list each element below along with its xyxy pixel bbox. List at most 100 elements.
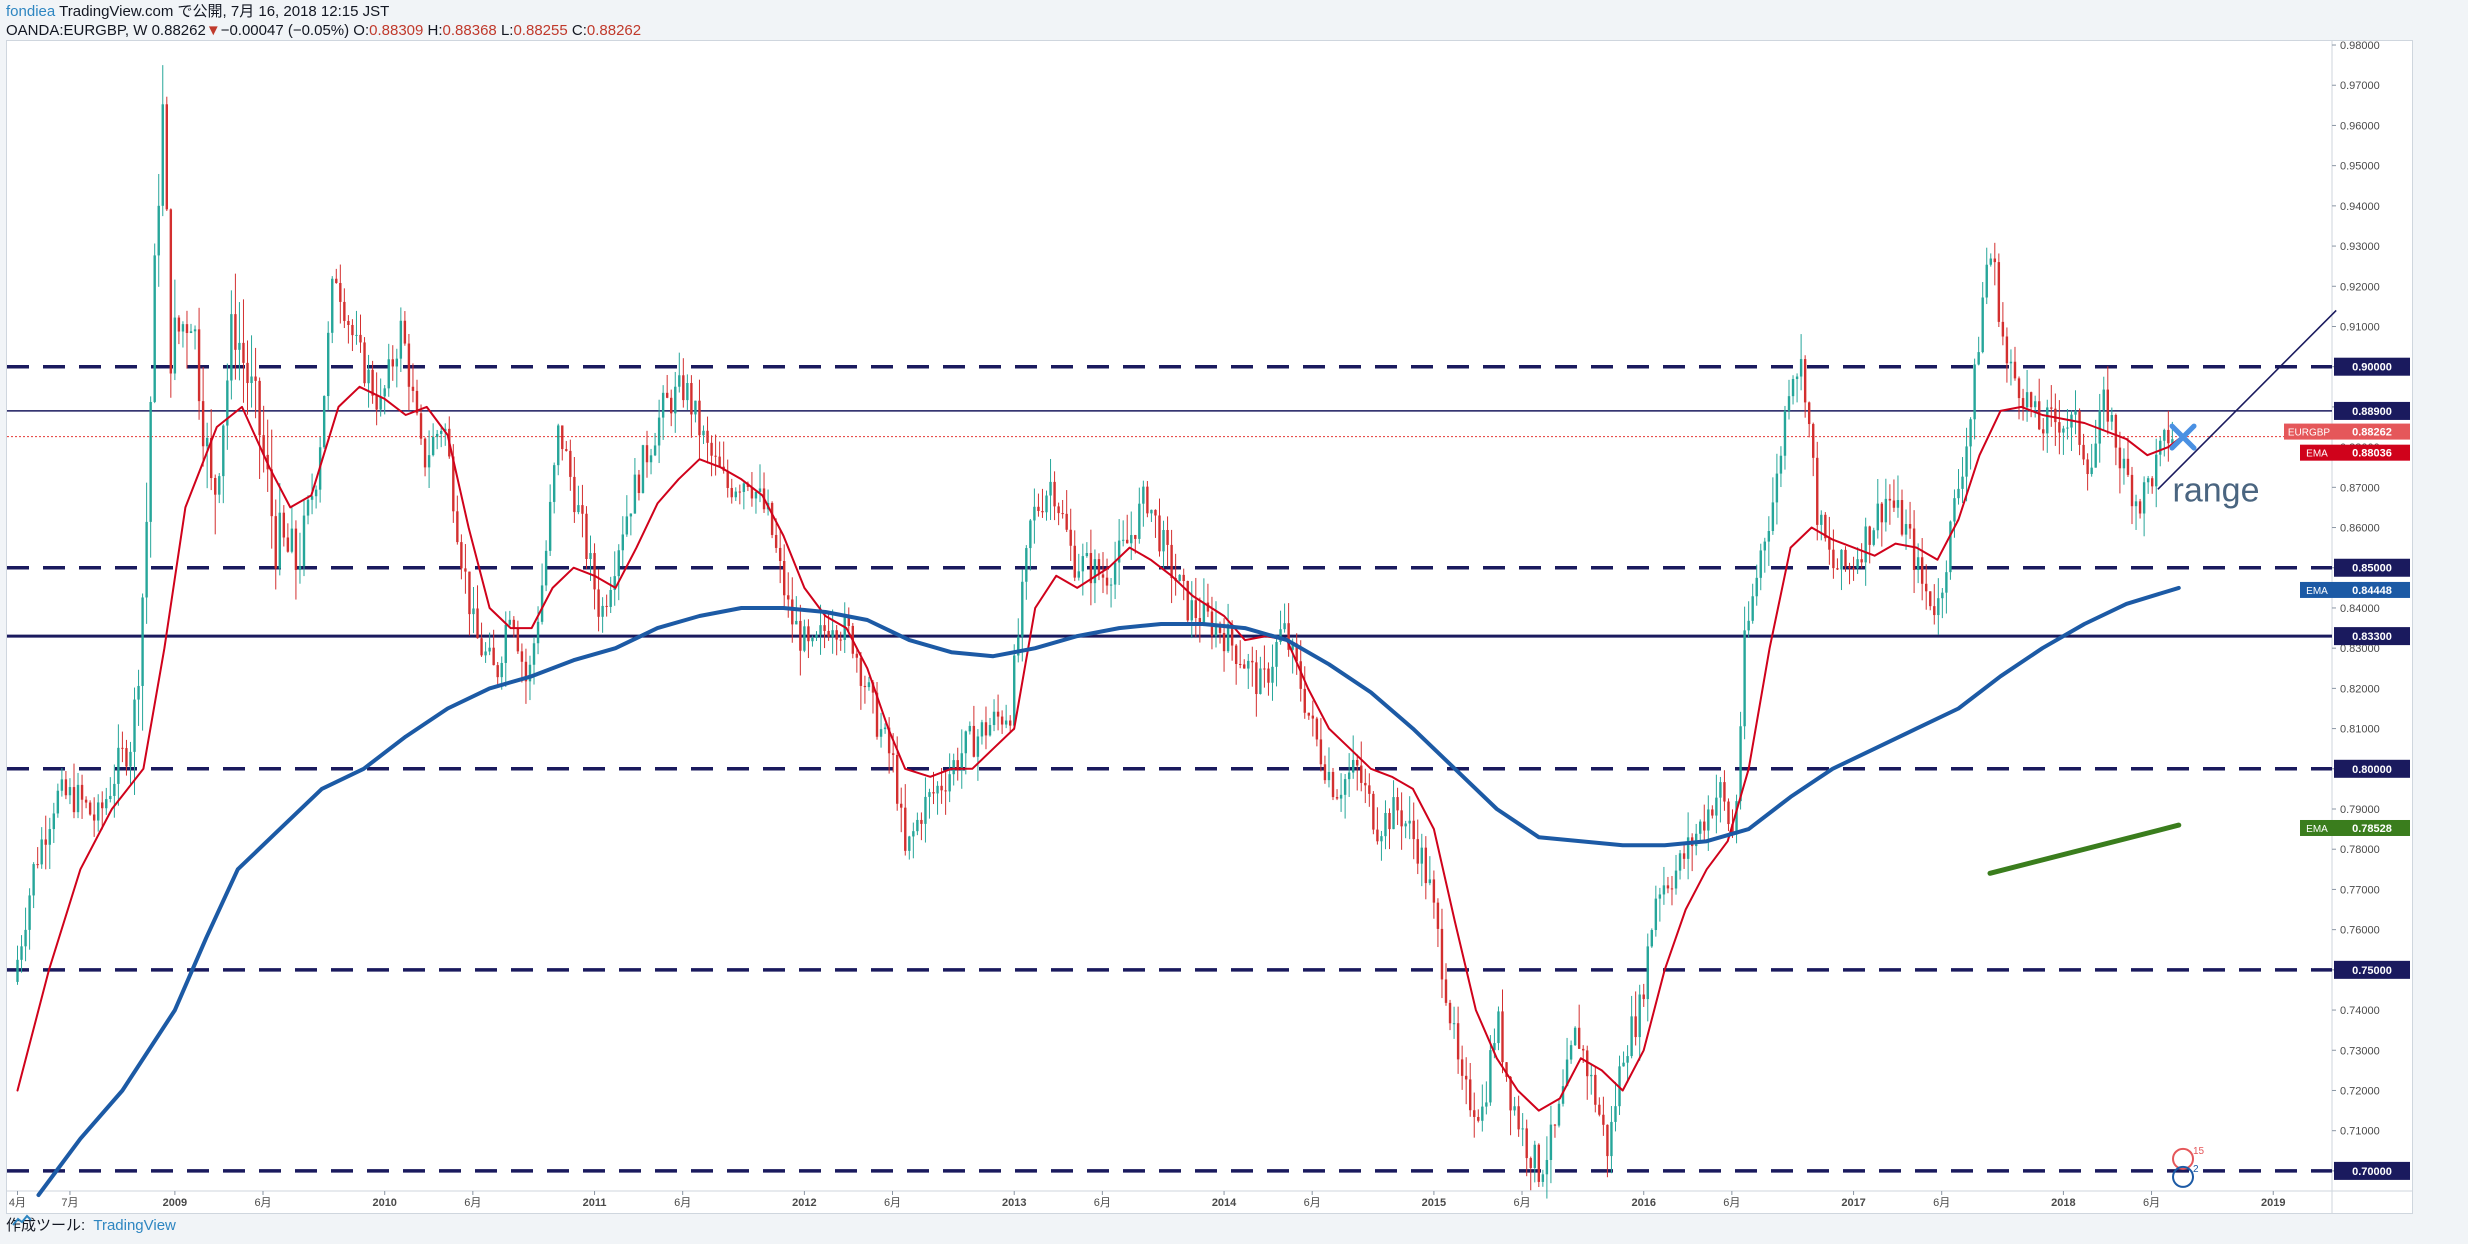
chart-svg[interactable]: 0.70000 0.71000 0.72000 0.73000 0.74000 0.750… (7, 41, 2412, 1213)
price-tick-label: 0.74000 (2340, 1005, 2380, 1017)
candle-body (52, 813, 56, 830)
candle-body (423, 438, 427, 468)
candle-body (1929, 591, 1932, 607)
chart-pane[interactable]: 0.70000 0.71000 0.72000 0.73000 0.74000 0.750… (6, 40, 2413, 1214)
candle-body (1255, 662, 1258, 695)
candle-body (867, 682, 871, 688)
candle-body (2074, 410, 2077, 415)
candle-body (1820, 514, 1823, 525)
candle-body (1440, 928, 1444, 980)
candle-body (1965, 446, 1968, 477)
candle-body (1130, 535, 1133, 544)
time-tick-label: 6月 (1304, 1197, 1321, 1209)
trend-line (2157, 309, 2337, 490)
event-marker-label: 15 (2193, 1146, 2205, 1157)
candle-body (1771, 502, 1775, 531)
time-tick-label: 2015 (1422, 1197, 1446, 1209)
candle-body (1654, 898, 1658, 931)
candle-body (815, 634, 818, 638)
candle-body (1303, 688, 1306, 713)
candle-body (92, 814, 96, 821)
candle-body (1408, 820, 1411, 824)
candle-body (1154, 509, 1157, 516)
candle-body (1981, 297, 1984, 353)
candle-body (2098, 410, 2101, 444)
candle-body (972, 725, 976, 757)
candle-body (1384, 812, 1387, 837)
candle-body (254, 376, 257, 381)
candle-body (1033, 506, 1036, 521)
level-badge-label: 0.70000 (2352, 1166, 2392, 1178)
time-tick-label: 6月 (1723, 1197, 1740, 1209)
candle-body (1553, 1124, 1557, 1126)
candle-body (605, 605, 608, 607)
candle-body (1723, 782, 1726, 802)
candle-body (201, 401, 205, 447)
author-link[interactable]: fondiea (6, 3, 55, 20)
candle-body (1787, 396, 1791, 411)
candle-body (1626, 1056, 1629, 1063)
candle-body (1920, 557, 1924, 584)
candle-body (367, 369, 370, 384)
candle-body (1412, 820, 1415, 840)
candle-body (32, 864, 35, 896)
candle-body (1916, 557, 1920, 570)
candle-body (193, 329, 197, 332)
candle-body (1598, 1104, 1601, 1115)
candle-body (40, 839, 43, 865)
open-value: 0.88309 (369, 22, 424, 39)
candle-body (500, 662, 503, 678)
candle-body (1190, 600, 1193, 621)
candle-body (1715, 797, 1718, 816)
candle-body (456, 511, 459, 543)
price-tick-label: 0.84000 (2340, 603, 2380, 615)
candle-body (1477, 1116, 1480, 1121)
candle-body (690, 383, 693, 415)
candle-body (657, 417, 661, 446)
candle-body (314, 489, 318, 497)
time-tick-label: 7月 (61, 1197, 78, 1209)
time-tick-label: 2016 (1631, 1197, 1655, 1209)
candle-body (1041, 511, 1044, 513)
time-tick-label: 2012 (792, 1197, 816, 1209)
candle-body (980, 722, 984, 737)
candle-body (835, 630, 838, 640)
close-value: 0.88262 (586, 22, 642, 39)
candle-body (101, 802, 104, 809)
candle-body (891, 753, 895, 755)
candle-body (1360, 765, 1363, 783)
candle-body (2078, 410, 2081, 445)
badge-tag-label: EMA (2306, 449, 2328, 460)
candle-body (250, 376, 253, 384)
candle-body (665, 392, 669, 398)
candle-body (827, 630, 830, 637)
candle-body (653, 445, 657, 456)
candle-body (230, 314, 233, 381)
candle-body (1315, 718, 1319, 740)
candle-body (1146, 486, 1149, 514)
price-tick-label: 0.79000 (2340, 804, 2380, 816)
candle-body (1791, 379, 1795, 397)
candle-body (1238, 663, 1242, 665)
tradingview-link[interactable]: TradingView (93, 1217, 176, 1234)
price-tick-label: 0.97000 (2340, 80, 2380, 92)
candle-body (270, 469, 273, 517)
candle-body (1158, 515, 1161, 552)
candle-body (1347, 772, 1351, 780)
ema-line (36, 585, 2181, 1197)
candle-body (1642, 994, 1645, 1000)
candle-body (1864, 526, 1867, 563)
candle-body (88, 802, 92, 815)
candle-body (1045, 495, 1048, 513)
candle-body (1436, 902, 1440, 929)
candle-body (1097, 559, 1101, 575)
candle-body (1481, 1106, 1484, 1121)
candle-body (1582, 1048, 1585, 1051)
candle-body (1900, 500, 1904, 535)
candle-body (327, 332, 330, 397)
candle-body (472, 608, 475, 615)
candle-body (1085, 553, 1089, 557)
candle-body (2126, 458, 2130, 475)
candle-body (2082, 444, 2085, 460)
candle-body (561, 425, 564, 450)
